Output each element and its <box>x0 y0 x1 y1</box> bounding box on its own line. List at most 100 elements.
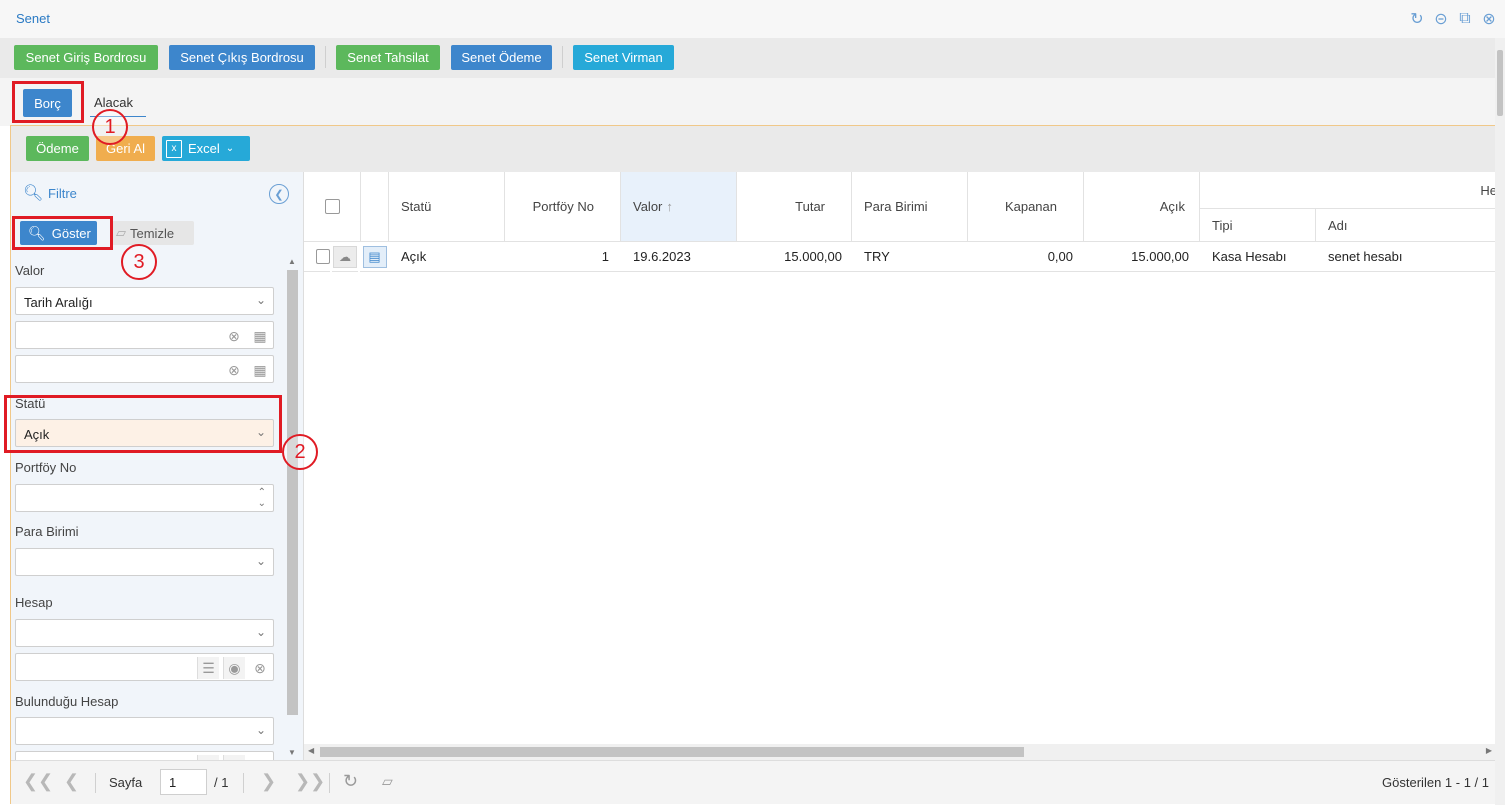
annotation-box-1 <box>12 81 84 123</box>
last-page-icon[interactable]: ❯❯ <box>295 771 325 792</box>
toolbar-divider <box>562 46 563 68</box>
temizle-label: Temizle <box>130 225 175 241</box>
filter-header: 🔍︎ Filtre ❮ <box>11 172 303 214</box>
col-tutar[interactable]: Tutar <box>737 172 852 242</box>
scroll-down-icon[interactable]: ▼ <box>288 748 296 757</box>
toolbar-divider <box>325 46 326 68</box>
hesap-label: Hesap <box>15 595 53 610</box>
clear-icon[interactable]: ⊗ <box>223 359 245 381</box>
col-portfoy-no[interactable]: Portföy No <box>505 172 621 242</box>
collapse-icon[interactable]: ❮ <box>269 184 289 204</box>
col-tipi[interactable]: Tipi <box>1200 209 1316 242</box>
row-download-cell: ☁ <box>332 242 358 272</box>
filter-sidebar: 🔍︎ Filtre ❮ 🔍︎ Göster ▱ Temizle Valor Ta… <box>11 172 303 760</box>
page-number-input[interactable]: 1 <box>160 769 207 795</box>
valor-start-date-input[interactable]: ⊗ ▦ <box>15 321 274 349</box>
cell-tutar: 15.000,00 <box>737 242 852 272</box>
excel-file-icon: x <box>166 139 182 158</box>
bulundugu-hesap-select[interactable]: ⌄ <box>15 717 274 745</box>
next-page-icon[interactable]: ❯ <box>261 771 276 792</box>
filter-scrollbar[interactable]: ▲ ▼ <box>285 254 300 760</box>
senet-giris-bordrosu-button[interactable]: Senet Giriş Bordrosu <box>14 45 158 70</box>
window-title: Senet <box>16 11 50 26</box>
annotation-marker-1: 1 <box>92 109 128 145</box>
list-icon[interactable]: ☰ <box>197 657 219 679</box>
senet-tahsilat-button[interactable]: Senet Tahsilat <box>336 45 440 70</box>
col-valor[interactable]: Valor ↑ <box>621 172 737 242</box>
select-all-cell <box>304 172 360 242</box>
eraser-icon: ▱ <box>116 225 126 240</box>
window-scrollbar[interactable] <box>1495 38 1505 805</box>
odeme-button[interactable]: Ödeme <box>26 136 89 161</box>
page-label: Sayfa <box>109 775 143 790</box>
excel-label: Excel <box>188 141 220 156</box>
table-view-icon[interactable]: ▤ <box>362 245 387 268</box>
spinner-icon[interactable]: ⌃ ⌄ <box>258 487 266 509</box>
refresh-icon[interactable]: ↻ <box>343 771 358 792</box>
excel-button[interactable]: x Excel ⌄ <box>162 136 250 161</box>
bulundugu-hesap-label: Bulunduğu Hesap <box>15 694 119 709</box>
records-summary: Gösterilen 1 - 1 / 1 <box>1382 775 1489 790</box>
prev-page-icon[interactable]: ❮ <box>64 771 79 792</box>
eye-icon[interactable]: ◉ <box>223 657 245 679</box>
cell-kapanan: 0,00 <box>968 242 1084 272</box>
scroll-left-icon[interactable]: ◀ <box>308 746 314 755</box>
tabs-bar <box>0 78 1495 126</box>
calendar-icon[interactable]: ▦ <box>249 325 271 347</box>
select-all-checkbox[interactable] <box>324 199 340 214</box>
tab-alacak[interactable]: Alacak <box>94 95 133 110</box>
actions-header <box>360 172 389 242</box>
valor-end-date-input[interactable]: ⊗ ▦ <box>15 355 274 383</box>
row-checkbox[interactable] <box>316 249 330 264</box>
calendar-icon[interactable]: ▦ <box>249 359 271 381</box>
senet-cikis-bordrosu-button[interactable]: Senet Çıkış Bordrosu <box>169 45 315 70</box>
grid-horizontal-scrollbar[interactable]: ◀ ▶ <box>304 744 1495 760</box>
pager-divider <box>95 773 96 793</box>
cell-tipi: Kasa Hesabı <box>1200 242 1316 272</box>
clear-icon[interactable]: ⊗ <box>223 325 245 347</box>
page-number-value: 1 <box>169 775 177 790</box>
valor-selected: Tarih Aralığı <box>24 295 93 310</box>
col-statu[interactable]: Statü <box>389 172 505 242</box>
col-para-birimi[interactable]: Para Birimi <box>852 172 968 242</box>
cell-acik: 15.000,00 <box>1084 242 1200 272</box>
bulundugu-hesap-input[interactable]: ☰ ◉ ⊗ <box>15 751 274 760</box>
senet-odeme-button[interactable]: Senet Ödeme <box>451 45 552 70</box>
restore-icon[interactable]: ⧉ <box>1455 9 1475 29</box>
scroll-right-icon[interactable]: ▶ <box>1486 746 1492 755</box>
scroll-up-icon[interactable]: ▲ <box>288 257 296 266</box>
chevron-down-icon: ⌄ <box>225 143 235 154</box>
hesap-input[interactable]: ☰ ◉ ⊗ <box>15 653 274 681</box>
sort-asc-icon: ↑ <box>666 199 673 214</box>
window-titlebar: Senet ↻ ⊝ ⧉ ⊗ <box>0 0 1505 38</box>
senet-virman-button[interactable]: Senet Virman <box>573 45 674 70</box>
window-controls: ↻ ⊝ ⧉ ⊗ <box>1407 9 1499 29</box>
hesap-select[interactable]: ⌄ <box>15 619 274 647</box>
eraser-icon[interactable]: ▱ <box>382 773 393 790</box>
row-select-cell <box>304 242 330 272</box>
col-valor-label: Valor <box>633 199 663 214</box>
para-birimi-select[interactable]: ⌄ <box>15 548 274 576</box>
first-page-icon[interactable]: ❮❮ <box>23 771 53 792</box>
chevron-down-icon: ⌄ <box>255 723 266 737</box>
total-pages: / 1 <box>214 775 229 790</box>
valor-type-select[interactable]: Tarih Aralığı ⌄ <box>15 287 274 315</box>
minimize-icon[interactable]: ⊝ <box>1431 9 1451 29</box>
col-adi[interactable]: Adı <box>1316 209 1495 242</box>
col-acik[interactable]: Açık <box>1084 172 1200 242</box>
annotation-box-3 <box>12 216 113 250</box>
temizle-button[interactable]: ▱ Temizle <box>112 221 194 245</box>
portfoy-no-input[interactable]: ⌃ ⌄ <box>15 484 274 512</box>
row-detail-cell: ▤ <box>360 242 389 272</box>
cell-portfoy-no: 1 <box>505 242 621 272</box>
cloud-download-icon[interactable]: ☁ <box>333 245 357 268</box>
annotation-marker-2: 2 <box>282 434 318 470</box>
col-group-hesap-label: Hesap <box>1480 182 1495 198</box>
data-grid: Statü Portföy No Valor ↑ Tutar Para Biri… <box>303 172 1495 760</box>
chevron-down-icon: ⌄ <box>255 625 266 639</box>
col-kapanan[interactable]: Kapanan <box>968 172 1084 242</box>
refresh-icon[interactable]: ↻ <box>1407 9 1427 29</box>
portfoy-no-label: Portföy No <box>15 460 77 475</box>
clear-icon[interactable]: ⊗ <box>249 657 271 679</box>
close-icon[interactable]: ⊗ <box>1479 9 1499 29</box>
